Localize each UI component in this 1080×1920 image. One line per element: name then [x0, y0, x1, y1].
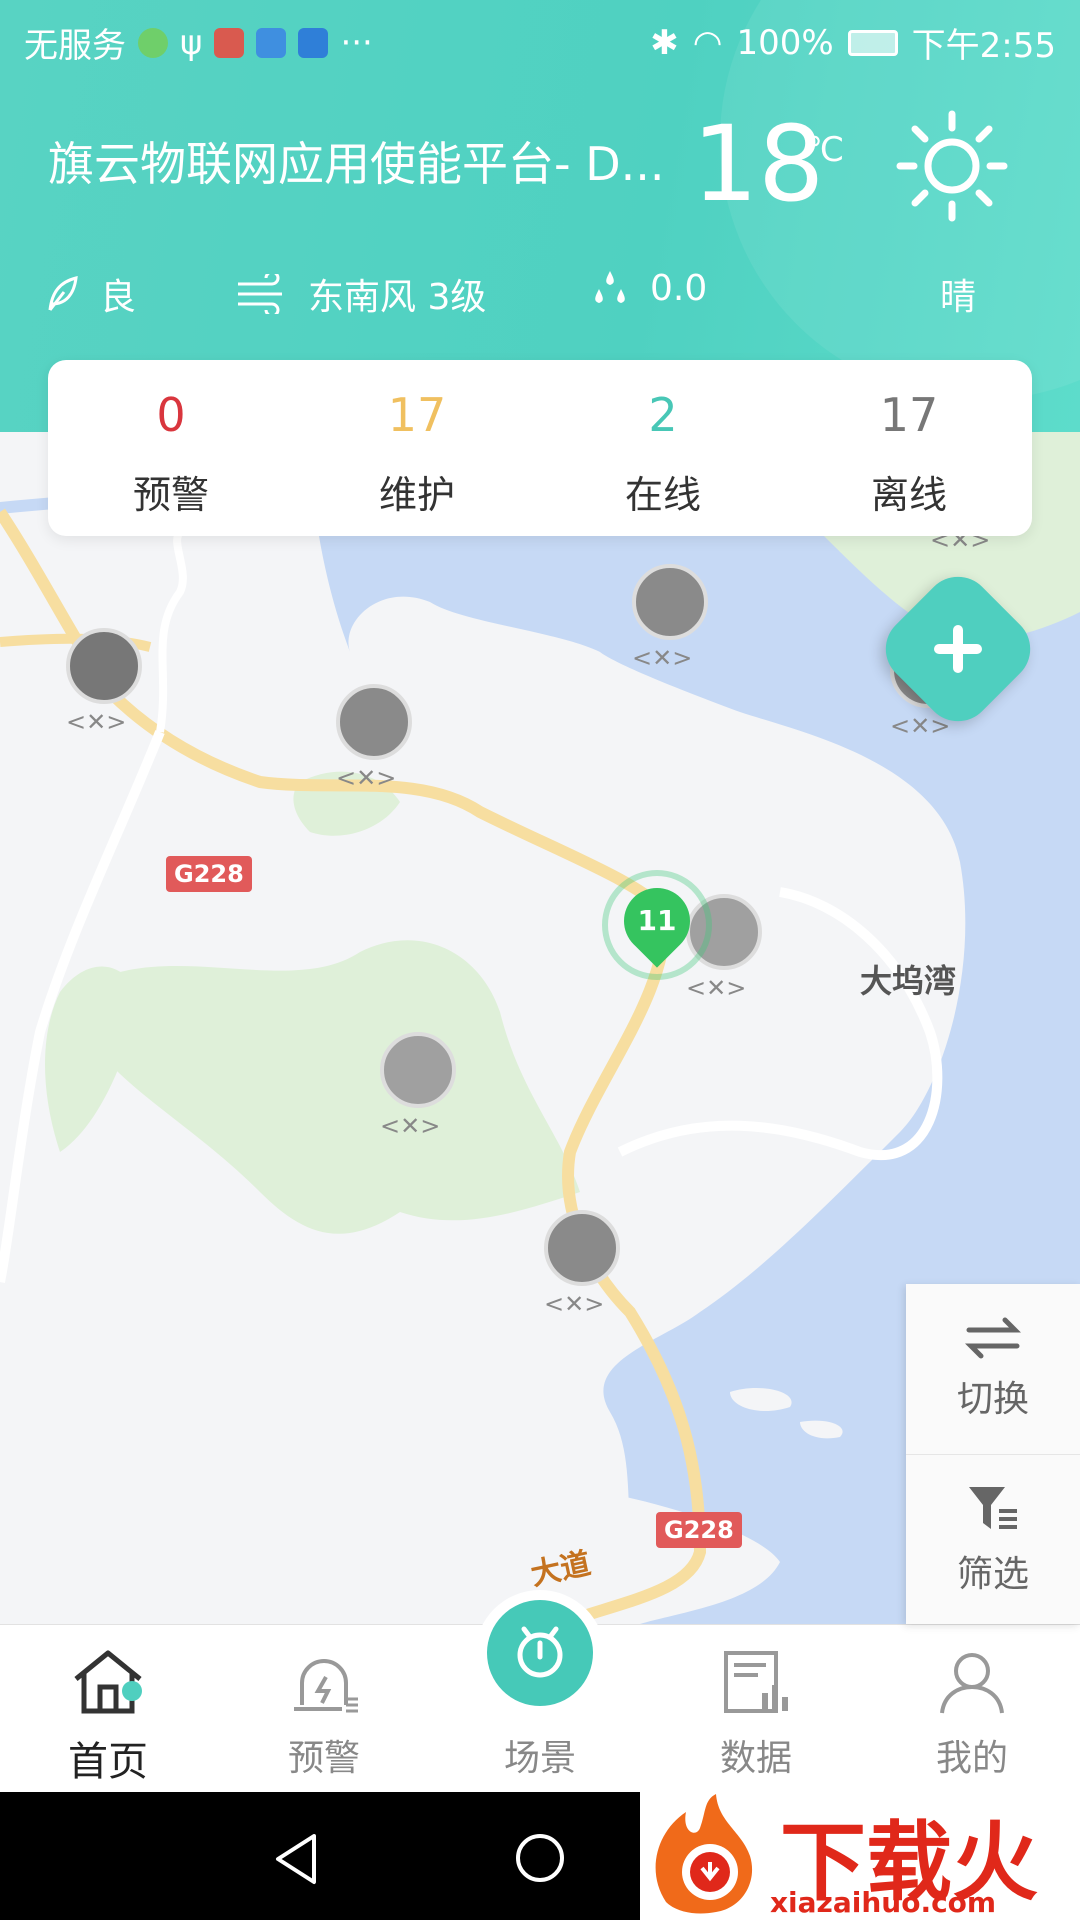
- marker-shadow: <✕>: [544, 1290, 605, 1318]
- marker-shadow: <✕>: [632, 644, 693, 672]
- carrier-text: 无服务: [24, 26, 126, 66]
- filter-icon: [969, 1486, 1017, 1529]
- pole-icon: [632, 564, 708, 640]
- platform-title: 旗云物联网应用使能平台- D...: [48, 137, 665, 191]
- wifi-icon: ◠: [692, 22, 723, 63]
- stat-offline-label: 离线: [870, 473, 947, 517]
- tab-home-label: 首页: [68, 1739, 148, 1785]
- device-marker[interactable]: <✕>: [544, 1210, 620, 1318]
- battery-icon: [847, 29, 898, 56]
- wind-icon: [238, 274, 282, 314]
- more-notifications: ···: [340, 22, 373, 63]
- plus-icon: [934, 625, 982, 673]
- park-area: [100, 940, 580, 1234]
- wind: 东南风 3级: [236, 268, 486, 320]
- map-side-panel: 切换 筛选: [906, 1284, 1080, 1624]
- scene-icon: [517, 1626, 563, 1678]
- device-marker[interactable]: <✕>: [380, 1032, 456, 1140]
- marker-shadow: <✕>: [336, 764, 397, 792]
- profile-icon: [940, 1653, 1004, 1714]
- alarm-icon: [294, 1659, 358, 1713]
- filter-button[interactable]: 筛选: [906, 1454, 1080, 1624]
- temperature: 18: [692, 103, 825, 225]
- tab-mine[interactable]: 我的: [864, 1625, 1080, 1792]
- message-notification-icon: [298, 27, 329, 58]
- scene-button[interactable]: [487, 1600, 593, 1706]
- stat-maintenance-label: 维护: [378, 473, 455, 517]
- app-notification-icon: [138, 27, 168, 58]
- tab-scene-label: 场景: [503, 1738, 576, 1779]
- stat-offline-value: 17: [879, 388, 939, 442]
- road-label-g228-2: G228: [656, 1512, 742, 1548]
- stat-warning-value: 0: [156, 388, 186, 442]
- switch-arrows-icon: [965, 1317, 1021, 1359]
- tab-warning[interactable]: 预警: [216, 1625, 432, 1792]
- filter-label: 筛选: [956, 1553, 1029, 1595]
- stat-online-value: 2: [648, 388, 678, 442]
- machine-icon: [66, 628, 142, 704]
- watermark-url: xiazaihuo.com: [770, 1886, 997, 1919]
- stat-online-label: 在线: [624, 473, 701, 517]
- pole-icon: [336, 684, 412, 760]
- place-label: 大坞湾: [860, 962, 957, 1000]
- bluetooth-icon: ✱: [650, 22, 679, 63]
- switch-label: 切换: [956, 1379, 1029, 1420]
- weather-text: 晴: [940, 277, 977, 318]
- home-icon: [74, 1650, 142, 1714]
- rain-drops-icon: [595, 270, 625, 303]
- temperature-unit: ℃: [806, 130, 845, 170]
- battery-text: 100%: [736, 22, 834, 63]
- book-notification-icon: [214, 27, 245, 58]
- sunny-icon: [896, 110, 1008, 222]
- cluster-marker[interactable]: 11: [602, 870, 712, 980]
- stat-maintenance-value: 17: [387, 388, 447, 442]
- rainfall: 0.0: [590, 268, 707, 309]
- browser-notification-icon: [256, 27, 287, 58]
- tab-mine-label: 我的: [935, 1738, 1008, 1779]
- wind-text: 东南风 3级: [308, 277, 487, 318]
- tab-warning-label: 预警: [287, 1738, 360, 1779]
- pole-icon: [544, 1210, 620, 1286]
- stat-online[interactable]: 2 在线: [540, 360, 786, 536]
- air-quality: 良: [46, 268, 136, 320]
- car-icon: [380, 1032, 456, 1108]
- data-icon: [724, 1651, 788, 1713]
- usb-icon: ψ: [180, 22, 203, 63]
- clock: 下午2:55: [911, 26, 1056, 66]
- fire-logo-icon: [655, 1794, 753, 1914]
- stat-warning-label: 预警: [132, 473, 209, 517]
- stat-offline[interactable]: 17 离线: [786, 360, 1032, 536]
- tab-data[interactable]: 数据: [648, 1625, 864, 1792]
- marker-shadow: <✕>: [66, 708, 127, 736]
- road-white-3: [156, 529, 187, 733]
- status-bar: 无服务 ψ ··· ✱ ◠ 100% 下午2:55: [0, 0, 1080, 76]
- device-stats-card: 0 预警 17 维护 2 在线 17 离线: [48, 360, 1032, 536]
- device-marker[interactable]: <✕>: [632, 564, 708, 672]
- rainfall-text: 0.0: [650, 268, 708, 309]
- back-icon[interactable]: [272, 1832, 322, 1886]
- device-marker[interactable]: <✕>: [336, 684, 412, 792]
- stat-warning[interactable]: 0 预警: [48, 360, 294, 536]
- tab-data-label: 数据: [719, 1738, 792, 1779]
- watermark-logo: 下载火 xiazaihuo.com: [640, 1786, 1080, 1920]
- home-circle-icon[interactable]: [514, 1832, 566, 1884]
- marker-shadow: <✕>: [380, 1112, 441, 1140]
- leaf-icon: [48, 276, 78, 311]
- switch-button[interactable]: 切换: [906, 1284, 1080, 1454]
- road-label-g228-1: G228: [166, 856, 252, 892]
- cluster-count: 11: [637, 904, 677, 937]
- device-marker[interactable]: <✕>: [66, 628, 142, 736]
- air-quality-text: 良: [100, 277, 137, 318]
- stat-maintenance[interactable]: 17 维护: [294, 360, 540, 536]
- tab-home[interactable]: 首页: [0, 1625, 216, 1792]
